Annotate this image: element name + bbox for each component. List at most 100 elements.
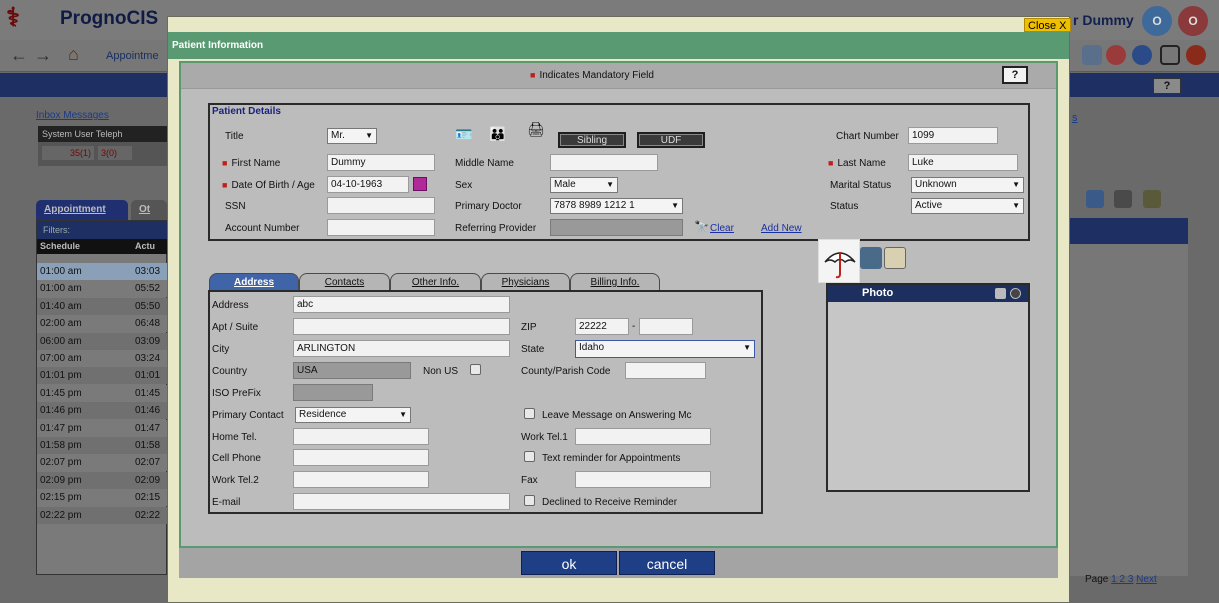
table-row[interactable]: 01:01 pm 01:01 xyxy=(37,367,168,385)
table-row[interactable]: 01:47 pm 01:47 xyxy=(37,419,168,437)
edit-photo-icon[interactable] xyxy=(995,288,1006,299)
tab-other-info[interactable]: Other Info. xyxy=(390,273,481,290)
country-label: Country xyxy=(212,366,248,377)
state-select[interactable]: Idaho ▼ xyxy=(575,340,755,358)
cell-phone-label: Cell Phone xyxy=(212,453,261,464)
schedule-time: 01:00 am xyxy=(40,266,82,277)
country-field[interactable]: USA xyxy=(293,362,411,379)
ssn-field[interactable] xyxy=(327,197,435,214)
status-select[interactable]: Active ▼ xyxy=(911,198,1024,214)
avatar[interactable]: O xyxy=(1142,6,1172,36)
settings-icon[interactable] xyxy=(1143,190,1161,208)
home-tel-field[interactable] xyxy=(293,428,429,445)
city-field[interactable]: ARLINGTON xyxy=(293,340,510,357)
non-us-checkbox[interactable] xyxy=(470,364,481,375)
clear-link[interactable]: Clear xyxy=(710,223,734,234)
marital-status-select[interactable]: Unknown ▼ xyxy=(911,177,1024,193)
middle-name-field[interactable] xyxy=(550,154,658,171)
sibling-button[interactable]: Sibling xyxy=(558,132,626,148)
apt-suite-field[interactable] xyxy=(293,318,510,335)
first-name-field[interactable]: Dummy xyxy=(327,154,435,171)
table-row[interactable]: 01:00 am 05:52 xyxy=(37,280,168,298)
help-button[interactable]: ? xyxy=(1002,66,1028,84)
table-row[interactable]: 01:58 pm 01:58 xyxy=(37,437,168,454)
power-icon[interactable] xyxy=(1186,45,1206,65)
document-icon[interactable] xyxy=(1082,45,1102,65)
calendar-icon[interactable] xyxy=(413,177,427,191)
table-row[interactable]: 02:07 pm 02:07 xyxy=(37,454,168,472)
title-select[interactable]: Mr. ▼ xyxy=(327,128,377,144)
table-row[interactable]: 02:00 am 06:48 xyxy=(37,315,168,333)
umbrella-icon[interactable] xyxy=(818,239,860,283)
nav-appointments-link[interactable]: Appointme xyxy=(106,50,159,62)
inbox-messages-link[interactable]: Inbox Messages xyxy=(36,110,109,121)
iso-prefix-field[interactable] xyxy=(293,384,373,401)
lock-icon[interactable] xyxy=(1160,45,1180,65)
primary-contact-select[interactable]: Residence ▼ xyxy=(295,407,411,423)
add-new-link[interactable]: Add New xyxy=(761,223,802,234)
system-count[interactable]: 35(1) xyxy=(42,146,94,160)
zip-extension-field[interactable] xyxy=(639,318,693,335)
table-row[interactable]: 01:00 am 03:03 xyxy=(37,263,168,280)
people-icon[interactable] xyxy=(1114,190,1132,208)
zip-field[interactable]: 22222 xyxy=(575,318,629,335)
back-arrow-icon[interactable]: ← xyxy=(10,45,28,66)
table-row[interactable]: 07:00 am 03:24 xyxy=(37,350,168,367)
tab-other[interactable]: Ot xyxy=(131,200,167,220)
address-field[interactable]: abc xyxy=(293,296,510,313)
info-icon[interactable] xyxy=(1132,45,1152,65)
text-reminder-checkbox[interactable] xyxy=(524,451,535,462)
camera-icon[interactable] xyxy=(860,247,882,269)
status-label: Status xyxy=(830,201,859,212)
table-row[interactable]: 01:46 pm 01:46 xyxy=(37,402,168,420)
calendar-icon[interactable] xyxy=(1086,190,1104,208)
referring-provider-field[interactable] xyxy=(550,219,683,236)
work-tel2-field[interactable] xyxy=(293,471,429,488)
ok-button[interactable]: ok xyxy=(521,551,617,575)
right-panel-link[interactable]: s xyxy=(1072,112,1078,124)
table-row[interactable]: 02:15 pm 02:15 xyxy=(37,489,168,507)
table-row[interactable]: 06:00 am 03:09 xyxy=(37,332,168,350)
tab-address[interactable]: Address xyxy=(209,273,299,290)
tab-appointment[interactable]: Appointment xyxy=(36,200,128,220)
upload-photo-icon[interactable] xyxy=(884,247,906,269)
printer-icon[interactable]: 🖨 xyxy=(527,121,545,137)
tab-physicians[interactable]: Physicians xyxy=(481,273,570,290)
primary-doctor-label: Primary Doctor xyxy=(455,201,522,212)
forward-arrow-icon[interactable]: → xyxy=(34,45,52,66)
account-number-field[interactable] xyxy=(327,219,435,236)
declined-reminder-checkbox[interactable] xyxy=(524,495,535,506)
tab-billing-info[interactable]: Billing Info. xyxy=(570,273,660,290)
pager-next[interactable]: Next xyxy=(1136,574,1157,585)
cell-phone-field[interactable] xyxy=(293,449,429,466)
udf-button[interactable]: UDF xyxy=(637,132,705,148)
delete-photo-icon[interactable] xyxy=(1010,288,1021,299)
sex-select[interactable]: Male ▼ xyxy=(550,177,618,193)
email-field[interactable] xyxy=(293,493,510,510)
table-row[interactable]: 01:45 pm 01:45 xyxy=(37,384,168,402)
home-icon[interactable]: ⌂ xyxy=(68,44,79,65)
table-row[interactable]: 01:40 am 05:50 xyxy=(37,297,168,315)
table-row[interactable]: 02:09 pm 02:09 xyxy=(37,471,168,489)
work-tel1-field[interactable] xyxy=(575,428,711,445)
leave-message-checkbox[interactable] xyxy=(524,408,535,419)
family-icon[interactable]: 👪 xyxy=(489,126,506,142)
id-card-icon[interactable]: 🪪 xyxy=(455,126,472,142)
table-row[interactable]: 02:22 pm 02:22 xyxy=(37,506,168,524)
primary-doctor-select[interactable]: 7878 8989 1212 1 ▼ xyxy=(550,198,683,214)
background-help-button[interactable]: ? xyxy=(1153,78,1181,94)
county-parish-field[interactable] xyxy=(625,362,706,379)
avatar[interactable]: O xyxy=(1178,6,1208,36)
chart-number-field[interactable]: 1099 xyxy=(908,127,998,144)
binoculars-icon[interactable]: 🔭 xyxy=(694,219,709,235)
pager-pages[interactable]: 1 2 3 xyxy=(1111,574,1133,585)
grid-filters[interactable]: Filters: xyxy=(37,221,168,239)
cancel-button[interactable]: cancel xyxy=(619,551,715,575)
fax-field[interactable] xyxy=(575,471,711,488)
lifebuoy-icon[interactable] xyxy=(1106,45,1126,65)
close-button[interactable]: Close X xyxy=(1024,18,1071,32)
user-count[interactable]: 3(0) xyxy=(98,146,132,160)
last-name-field[interactable]: Luke xyxy=(908,154,1018,171)
dob-field[interactable]: 04-10-1963 xyxy=(327,176,409,193)
tab-contacts[interactable]: Contacts xyxy=(299,273,390,290)
